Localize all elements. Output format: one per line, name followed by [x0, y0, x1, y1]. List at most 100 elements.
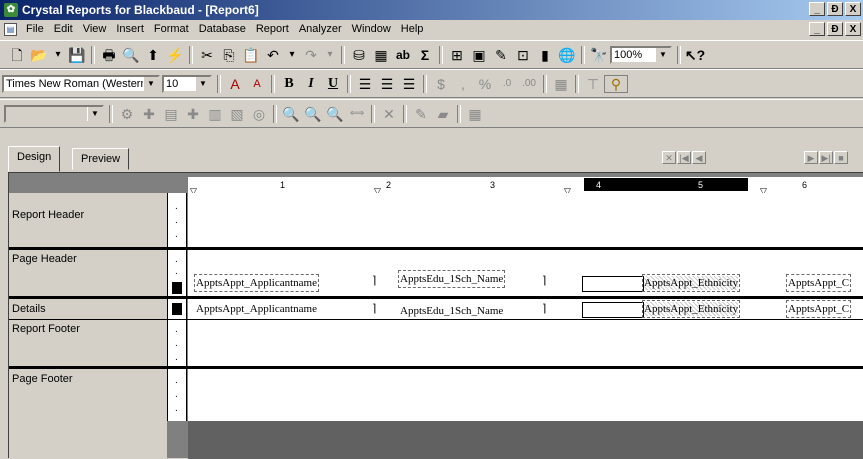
save-icon[interactable]: 💾 — [66, 45, 88, 65]
menu-analyzer[interactable]: Analyzer — [295, 20, 348, 39]
print-icon[interactable]: 🖶 — [98, 45, 120, 65]
page-footer-band[interactable] — [188, 369, 863, 421]
close-view-icon[interactable]: ✕ — [662, 151, 676, 164]
chevron-down-icon[interactable]: ▼ — [143, 77, 158, 91]
tab-design[interactable]: Design — [8, 146, 61, 172]
details-gutter[interactable] — [167, 299, 187, 319]
field-page-header-applicantname[interactable]: ApptsAppt_Applicantname — [194, 274, 319, 292]
section-page-header[interactable]: Page Header — [12, 253, 77, 265]
undo-icon[interactable]: ↶ — [262, 45, 284, 65]
details-band[interactable]: ApptsAppt_Applicantname ⌉ ApptsEdu_1Sch_… — [188, 299, 863, 319]
report-header-band[interactable] — [188, 193, 863, 247]
field-details-applicantname[interactable]: ApptsAppt_Applicantname — [196, 302, 317, 316]
field-page-header-ethnicity[interactable]: ApptsAppt_Ethnicity — [641, 274, 741, 292]
insert-subreport-icon[interactable]: ⊞ — [446, 45, 468, 65]
page-header-gutter[interactable]: . . — [167, 250, 187, 296]
insert-text-icon[interactable]: ab — [392, 45, 414, 65]
section-details[interactable]: Details — [12, 303, 46, 315]
menu-edit[interactable]: Edit — [50, 20, 79, 39]
percent-icon[interactable]: % — [474, 74, 496, 94]
field-page-header-school[interactable]: ApptsEdu_1Sch_Name — [397, 270, 506, 288]
thousands-icon[interactable]: , — [452, 74, 474, 94]
field-details-next[interactable]: ApptsAppt_C — [785, 300, 852, 318]
section-report-header[interactable]: Report Header — [12, 209, 84, 221]
section-page-footer[interactable]: Page Footer — [12, 373, 73, 385]
menu-view[interactable]: View — [79, 20, 113, 39]
next-page-icon[interactable]: ▶ — [804, 151, 818, 164]
format-painter-icon[interactable]: ⚲ — [604, 75, 628, 93]
insert-picture-icon[interactable]: ▣ — [468, 45, 490, 65]
export-icon[interactable]: ⬆ — [142, 45, 164, 65]
menu-database[interactable]: Database — [195, 20, 252, 39]
new-icon[interactable]: 🗋 — [6, 45, 28, 65]
font-name-select[interactable]: Times New Roman (Western ▼ — [2, 75, 160, 93]
find-icon[interactable]: 🔭 — [588, 45, 610, 65]
italic-icon[interactable]: I — [300, 74, 322, 94]
minimize-button[interactable]: _ — [809, 2, 825, 16]
first-page-icon[interactable]: |◀ — [677, 151, 691, 164]
doc-restore-button[interactable]: Ɖ — [827, 22, 843, 36]
report-footer-gutter[interactable]: . . . — [167, 320, 187, 366]
increase-font-icon[interactable]: A — [224, 74, 246, 94]
help-icon[interactable]: ↖? — [684, 45, 706, 65]
field-page-header-next[interactable]: ApptsAppt_C — [785, 274, 852, 292]
close-button[interactable]: X — [845, 2, 861, 16]
font-size-select[interactable]: 10 ▼ — [162, 75, 212, 93]
bold-icon[interactable]: B — [278, 74, 300, 94]
doc-minimize-button[interactable]: _ — [809, 22, 825, 36]
copy-icon[interactable]: ⎘ — [218, 45, 240, 65]
redo-dropdown-icon[interactable]: ▾ — [322, 45, 338, 65]
zoom-select[interactable]: 100% ▼ — [610, 46, 672, 64]
stop-icon[interactable]: ■ — [834, 151, 848, 164]
decrease-font-icon[interactable]: A — [246, 74, 268, 94]
redo-icon[interactable]: ↷ — [300, 45, 322, 65]
insert-cross-tab-icon[interactable]: ⊡ — [512, 45, 534, 65]
suppress-icon[interactable]: ⊤ — [582, 74, 604, 94]
field-page-header-blank[interactable] — [582, 276, 644, 292]
field-details-school[interactable]: ApptsEdu_1Sch_Name — [400, 304, 503, 318]
decrease-decimal-icon[interactable]: .00 — [518, 74, 540, 94]
underline-icon[interactable]: U — [322, 74, 344, 94]
insert-summary-icon[interactable]: Σ — [414, 45, 436, 65]
insert-ole-icon[interactable]: ✎ — [490, 45, 512, 65]
currency-icon[interactable]: $ — [430, 74, 452, 94]
field-details-ethnicity[interactable]: ApptsAppt_Ethnicity — [641, 300, 741, 318]
open-icon[interactable]: 📂 — [28, 45, 50, 65]
last-page-icon[interactable]: ▶| — [819, 151, 833, 164]
menu-help[interactable]: Help — [397, 20, 430, 39]
insert-map-icon[interactable]: 🌐 — [556, 45, 578, 65]
align-right-icon[interactable]: ☰ — [398, 74, 420, 94]
field-details-blank[interactable] — [582, 302, 644, 318]
undo-dropdown-icon[interactable]: ▾ — [284, 45, 300, 65]
chevron-down-icon[interactable]: ▼ — [87, 107, 102, 121]
align-left-icon[interactable]: ☰ — [354, 74, 376, 94]
report-footer-band[interactable] — [188, 320, 863, 366]
doc-close-button[interactable]: X — [845, 22, 861, 36]
insert-chart-icon[interactable]: ▮ — [534, 45, 556, 65]
menu-format[interactable]: Format — [150, 20, 195, 39]
document-icon[interactable]: ▤ — [4, 23, 17, 36]
section-report-footer[interactable]: Report Footer — [12, 323, 80, 335]
object-select[interactable]: ▼ — [4, 105, 104, 123]
align-center-icon[interactable]: ☰ — [376, 74, 398, 94]
restore-button[interactable]: Ɖ — [827, 2, 843, 16]
page-header-band[interactable]: ApptsAppt_Applicantname ⌉ ApptsEdu_1Sch_… — [188, 250, 863, 296]
chevron-down-icon[interactable]: ▼ — [195, 77, 210, 91]
border-icon[interactable]: ▦ — [550, 74, 572, 94]
menu-insert[interactable]: Insert — [112, 20, 150, 39]
menu-window[interactable]: Window — [348, 20, 397, 39]
prev-page-icon[interactable]: ◀ — [692, 151, 706, 164]
page-footer-gutter[interactable]: . . . — [167, 369, 187, 421]
menu-file[interactable]: File — [22, 20, 50, 39]
menu-report[interactable]: Report — [252, 20, 295, 39]
report-header-gutter[interactable]: . . . — [167, 193, 187, 247]
print-preview-icon[interactable]: 🔍 — [120, 45, 142, 65]
increase-decimal-icon[interactable]: .0 — [496, 74, 518, 94]
chevron-down-icon[interactable]: ▼ — [655, 48, 670, 62]
cut-icon[interactable]: ✂ — [196, 45, 218, 65]
refresh-icon[interactable]: ⚡ — [164, 45, 186, 65]
open-dropdown-icon[interactable]: ▾ — [50, 45, 66, 65]
insert-group-icon[interactable]: ▦ — [370, 45, 392, 65]
tab-preview[interactable]: Preview — [72, 148, 130, 170]
paste-icon[interactable]: 📋 — [240, 45, 262, 65]
